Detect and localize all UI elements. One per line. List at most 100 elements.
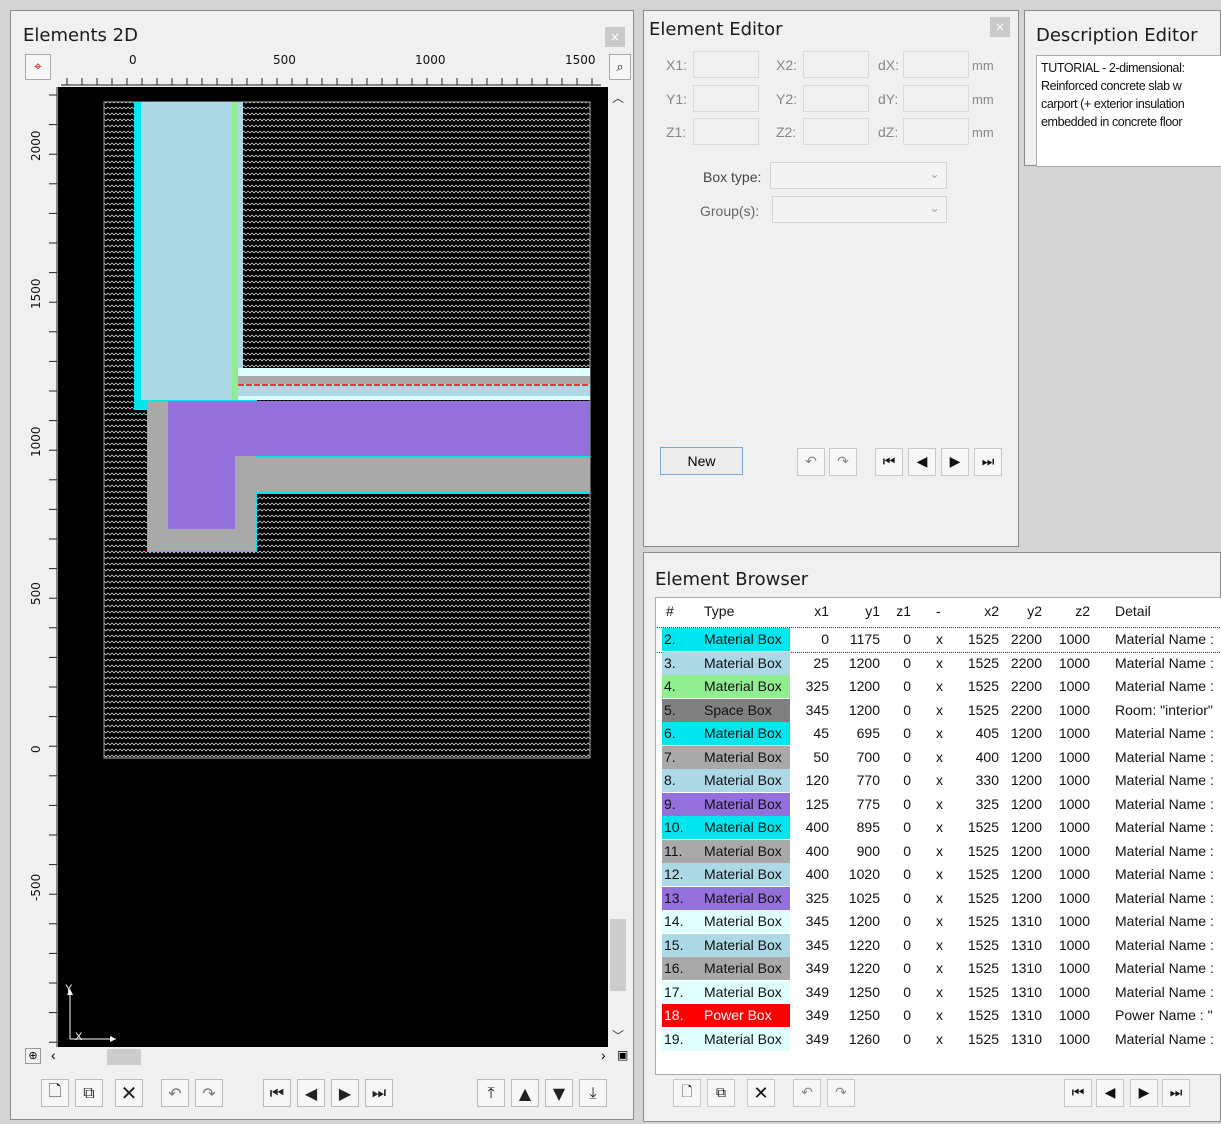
material-box[interactable]: [168, 401, 235, 529]
col-header[interactable]: Detail: [1115, 603, 1151, 619]
move-top-icon[interactable]: ⤒: [477, 1079, 505, 1107]
table-row[interactable]: 11. Material Box 400 900 0 x 1525 1200 1000 Mater…: [656, 839, 1221, 864]
material-box[interactable]: [235, 401, 590, 456]
first-icon[interactable]: ⏮: [263, 1079, 291, 1107]
zoom-icon[interactable]: ⌕: [609, 54, 631, 80]
x2-field[interactable]: [803, 51, 869, 78]
table-row[interactable]: 3. Material Box 25 1200 0 x 1525 2200 1000 Materi…: [656, 651, 1221, 676]
col-header[interactable]: x2: [984, 603, 999, 619]
cell-x2: 1525: [967, 866, 999, 882]
y1-field[interactable]: [693, 85, 759, 112]
box-type-select[interactable]: ⌄: [770, 162, 947, 189]
cell-z1: 0: [903, 983, 911, 1000]
table-row[interactable]: 19. Material Box 349 1260 0 x 1525 1310 1000 Mate…: [656, 1027, 1221, 1052]
element-table[interactable]: # Type x1 y1 z1 - x2 y2 z2 Detail 2. Mate…: [655, 597, 1221, 1075]
cell-sep: x: [936, 1030, 943, 1047]
cell-detail: Material Name :: [1115, 654, 1214, 671]
x1-field[interactable]: [693, 51, 759, 78]
table-row[interactable]: 9. Material Box 125 775 0 x 325 1200 1000 Materia…: [656, 792, 1221, 817]
close-icon[interactable]: ×: [990, 17, 1010, 37]
scroll-thumb-h[interactable]: [107, 1049, 141, 1065]
material-box[interactable]: [232, 102, 238, 400]
col-header[interactable]: z2: [1075, 603, 1090, 619]
dy-field[interactable]: [903, 85, 969, 112]
col-header[interactable]: Type: [704, 603, 734, 619]
col-header[interactable]: -: [936, 603, 941, 619]
cell-x1: 0: [821, 631, 829, 647]
calendar-icon[interactable]: ▣: [617, 1048, 628, 1062]
z2-field[interactable]: [803, 118, 869, 145]
table-row[interactable]: 15. Material Box 345 1220 0 x 1525 1310 1000 Mate…: [656, 933, 1221, 958]
col-header[interactable]: #: [666, 603, 674, 619]
horizontal-scrollbar[interactable]: ⊕ ‹ › ▣: [23, 1047, 631, 1067]
move-down-icon[interactable]: ▼: [545, 1079, 573, 1107]
copy-icon[interactable]: ⧉: [75, 1079, 103, 1107]
scroll-up-icon[interactable]: ︿: [612, 89, 624, 106]
table-header: # Type x1 y1 z1 - x2 y2 z2 Detail: [656, 600, 1221, 624]
move-up-icon[interactable]: ▲: [511, 1079, 539, 1107]
new-button[interactable]: New: [660, 447, 743, 475]
last-icon[interactable]: ⏭: [365, 1079, 393, 1107]
zoom-in-icon[interactable]: ⊕: [25, 1048, 41, 1064]
first-icon[interactable]: ⏮: [1064, 1079, 1092, 1107]
next-icon[interactable]: ▶: [331, 1079, 359, 1107]
table-row[interactable]: 17. Material Box 349 1250 0 x 1525 1310 1000 Mate…: [656, 980, 1221, 1005]
col-header[interactable]: z1: [896, 603, 911, 619]
new-doc-icon[interactable]: 🗋: [41, 1079, 69, 1107]
table-row[interactable]: 6. Material Box 45 695 0 x 405 1200 1000 Material…: [656, 722, 1221, 746]
col-header[interactable]: x1: [814, 603, 829, 619]
scroll-left-icon[interactable]: ‹: [51, 1047, 56, 1063]
table-row[interactable]: 7. Material Box 50 700 0 x 400 1200 1000 Material…: [656, 745, 1221, 770]
table-row[interactable]: 14. Material Box 345 1200 0 x 1525 1310 1000 Mate…: [656, 910, 1221, 934]
col-header[interactable]: y1: [865, 603, 880, 619]
table-row[interactable]: 4. Material Box 325 1200 0 x 1525 2200 1000 Mater…: [656, 675, 1221, 699]
description-textarea[interactable]: TUTORIAL - 2-dimensional: Reinforced con…: [1036, 55, 1221, 167]
table-row[interactable]: 2. Material Box 0 1175 0 x 1525 2200 1000 Materia…: [656, 627, 1221, 653]
dx-field[interactable]: [903, 51, 969, 78]
prev-icon[interactable]: ◀: [297, 1079, 325, 1107]
delete-icon[interactable]: ✕: [747, 1079, 775, 1107]
redo-icon[interactable]: ↷: [829, 448, 857, 476]
undo-icon[interactable]: ↶: [161, 1079, 189, 1107]
last-icon[interactable]: ⏭: [1162, 1079, 1190, 1107]
material-box[interactable]: [141, 102, 243, 400]
new-doc-icon[interactable]: 🗋: [673, 1079, 701, 1107]
undo-icon[interactable]: ↶: [797, 448, 825, 476]
redo-icon[interactable]: ↷: [195, 1079, 223, 1107]
scroll-down-icon[interactable]: ﹀: [612, 1027, 624, 1044]
material-box[interactable]: [238, 376, 590, 384]
prev-icon[interactable]: ◀: [908, 448, 936, 476]
prev-icon[interactable]: ◀: [1096, 1079, 1124, 1107]
material-box[interactable]: [256, 457, 590, 492]
cell-x2: 1525: [967, 1030, 999, 1047]
cell-sep: x: [936, 1007, 943, 1023]
y2-field[interactable]: [803, 85, 869, 112]
next-icon[interactable]: ▶: [941, 448, 969, 476]
table-row[interactable]: 5. Space Box 345 1200 0 x 1525 2200 1000 Room: "i…: [656, 698, 1221, 723]
scroll-right-icon[interactable]: ›: [601, 1047, 606, 1063]
close-icon[interactable]: ×: [605, 27, 625, 47]
undo-icon[interactable]: ↶: [793, 1079, 821, 1107]
dz-field[interactable]: [903, 118, 969, 145]
vertical-scrollbar[interactable]: ︿ ﹀: [608, 87, 630, 1047]
col-header[interactable]: y2: [1027, 603, 1042, 619]
table-row[interactable]: 8. Material Box 120 770 0 x 330 1200 1000 Materia…: [656, 769, 1221, 793]
table-row[interactable]: 12. Material Box 400 1020 0 x 1525 1200 1000 Mate…: [656, 863, 1221, 887]
groups-select[interactable]: ⌄: [772, 196, 947, 223]
last-icon[interactable]: ⏭: [974, 448, 1002, 476]
z1-field[interactable]: [693, 118, 759, 145]
element-editor-title: Element Editor: [649, 19, 783, 40]
delete-icon[interactable]: ✕: [115, 1079, 143, 1107]
redo-icon[interactable]: ↷: [827, 1079, 855, 1107]
drawing-canvas[interactable]: [58, 87, 608, 1047]
first-icon[interactable]: ⏮: [875, 448, 903, 476]
table-row[interactable]: 13. Material Box 325 1025 0 x 1525 1200 1000 Mate…: [656, 886, 1221, 911]
copy-icon[interactable]: ⧉: [707, 1079, 735, 1107]
table-row[interactable]: 16. Material Box 349 1220 0 x 1525 1310 1000 Mate…: [656, 957, 1221, 981]
y1-label: Y1:: [666, 91, 688, 107]
scroll-thumb[interactable]: [610, 919, 626, 991]
table-row[interactable]: 18. Power Box 349 1250 0 x 1525 1310 1000 Power N…: [656, 1004, 1221, 1028]
move-bottom-icon[interactable]: ⤓: [579, 1079, 607, 1107]
next-icon[interactable]: ▶: [1130, 1079, 1158, 1107]
table-row[interactable]: 10. Material Box 400 895 0 x 1525 1200 1000 Mater…: [656, 816, 1221, 840]
